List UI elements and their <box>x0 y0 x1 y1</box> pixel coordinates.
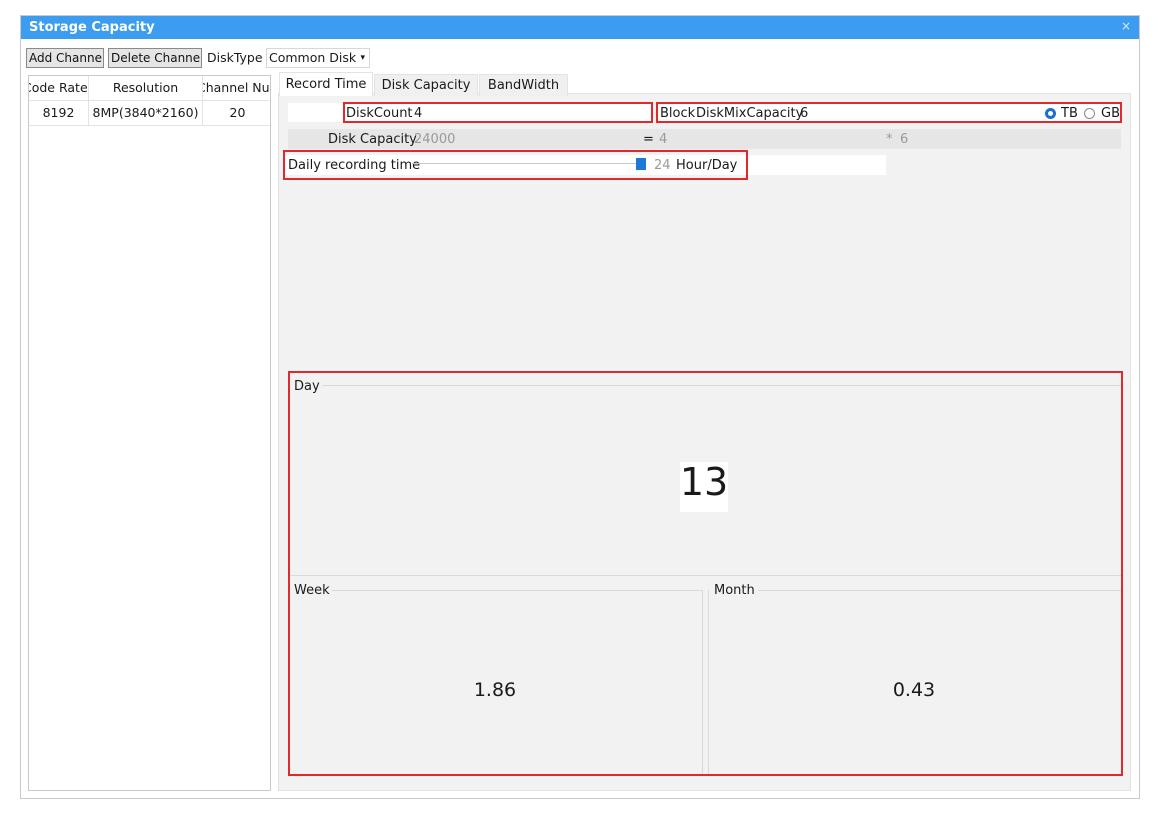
table-header: Code Rate Resolution Channel Num <box>29 76 270 101</box>
highlight-block <box>656 102 1122 123</box>
table-row[interactable]: 8192 8MP(3840*2160) 20 <box>29 101 270 126</box>
channel-table: Code Rate Resolution Channel Num 8192 8M… <box>28 75 271 791</box>
times-sign: * <box>886 132 893 147</box>
cell-resolution: 8MP(3840*2160) <box>89 101 203 125</box>
highlight-disk-count <box>343 102 653 123</box>
disk-type-select[interactable]: Common Disk ▾ <box>266 48 370 68</box>
column-header-code-rate[interactable]: Code Rate <box>29 76 89 100</box>
equals-value: 4 <box>659 132 668 147</box>
cell-channel-num: 20 <box>229 105 246 120</box>
disk-type-label: DiskType <box>207 50 263 65</box>
tab-record-time[interactable]: Record Time <box>279 72 373 96</box>
chevron-down-icon: ▾ <box>360 53 365 63</box>
disk-type-value: Common Disk <box>269 50 357 65</box>
window-title: Storage Capacity <box>29 20 155 35</box>
tab-bandwidth[interactable]: BandWidth <box>479 74 568 96</box>
cell-code-rate: 8192 <box>29 101 89 125</box>
close-icon[interactable]: × <box>1121 19 1131 33</box>
column-header-resolution[interactable]: Resolution <box>89 76 203 100</box>
times-value: 6 <box>900 132 909 147</box>
column-header-channel-num[interactable]: Channel Num <box>203 76 270 100</box>
add-channel-button[interactable]: Add Channel <box>26 48 104 68</box>
highlight-results <box>288 371 1123 776</box>
title-bar: Storage Capacity × <box>21 16 1139 39</box>
highlight-daily-recording <box>283 150 748 180</box>
equals-sign: = <box>643 132 654 147</box>
disk-capacity-label: Disk Capacity <box>328 132 417 147</box>
disk-capacity-value: 24000 <box>414 132 456 147</box>
tab-disk-capacity[interactable]: Disk Capacity <box>374 74 478 96</box>
delete-channel-button[interactable]: Delete Channel <box>108 48 202 68</box>
